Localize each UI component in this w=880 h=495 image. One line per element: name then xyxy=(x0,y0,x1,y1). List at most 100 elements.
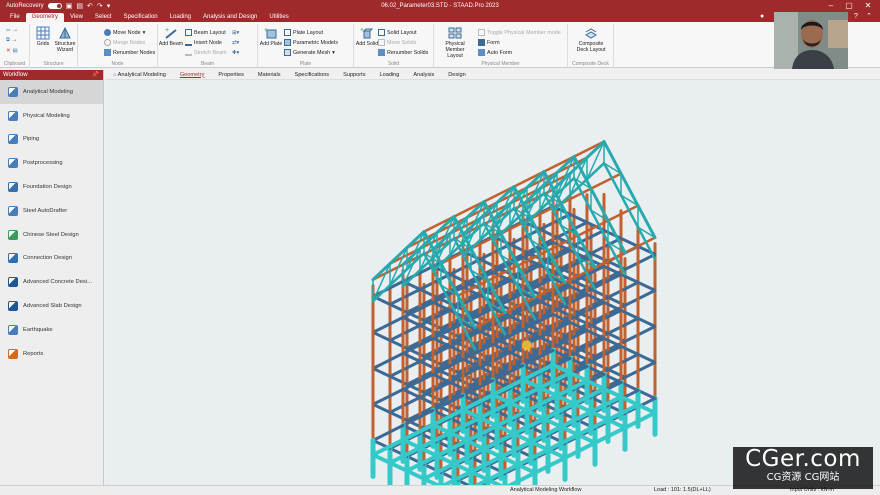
tie-beam[interactable] xyxy=(636,402,657,415)
cut-icon[interactable]: ✂ ⇢ xyxy=(6,26,17,35)
workflow-item[interactable]: Foundation Design xyxy=(0,175,103,199)
view-tab-analysis[interactable]: Analysis xyxy=(406,72,441,78)
beam[interactable] xyxy=(623,324,657,343)
redo-icon[interactable]: ↷ xyxy=(97,2,103,10)
quick-access-dropdown-icon[interactable]: ▾ xyxy=(107,2,111,10)
structure-model-3d[interactable] xyxy=(105,80,880,485)
beam[interactable] xyxy=(371,279,405,298)
beam[interactable] xyxy=(371,402,392,414)
beam[interactable] xyxy=(371,351,405,370)
view-tab-analytical-modeling[interactable]: ⌂ Analytical Modeling xyxy=(106,72,173,78)
beam-tools-3-icon[interactable]: ✚▾ xyxy=(232,48,239,57)
parametric-models-button[interactable]: Parametric Models xyxy=(284,38,338,47)
workflow-item[interactable]: Analytical Modeling xyxy=(0,80,103,104)
form-button[interactable]: Form xyxy=(478,38,500,47)
beam[interactable] xyxy=(606,280,640,299)
beam[interactable] xyxy=(606,316,640,335)
tie-beam[interactable] xyxy=(388,460,409,473)
beam[interactable] xyxy=(606,352,640,371)
beam-tools-2-icon[interactable]: ⇄▾ xyxy=(232,38,239,47)
toggle-physical-member-button[interactable]: Toggle Physical Member mode xyxy=(478,28,561,37)
tie-beam[interactable] xyxy=(546,447,567,460)
close-button[interactable]: ✕ xyxy=(859,0,877,12)
move-solids-button[interactable]: Move Solids xyxy=(378,38,416,47)
beam[interactable] xyxy=(371,315,405,334)
truss-web[interactable] xyxy=(406,230,425,270)
workflow-item[interactable]: Steel AutoDrafter xyxy=(0,199,103,223)
tie-beam[interactable] xyxy=(405,468,426,481)
renumber-solids-button[interactable]: Renumber Solids xyxy=(378,48,428,57)
autorecovery-toggle[interactable] xyxy=(47,3,62,9)
copy-icon[interactable]: ⧉ ⇢ xyxy=(6,36,16,45)
beam[interactable] xyxy=(623,252,657,271)
beam[interactable] xyxy=(619,236,640,248)
menu-geometry[interactable]: Geometry xyxy=(25,13,65,22)
composite-deck-layout-button[interactable]: Composite Deck Layout xyxy=(574,26,608,53)
beam[interactable] xyxy=(636,388,657,400)
view-tab-design[interactable]: Design xyxy=(441,72,472,78)
menu-utilities[interactable]: Utilities xyxy=(263,13,294,22)
beam[interactable] xyxy=(388,323,422,342)
user-icon[interactable]: ● xyxy=(760,12,764,22)
truss-bottom-chord[interactable] xyxy=(585,161,606,181)
renumber-nodes-button[interactable]: Renumber Nodes xyxy=(104,48,155,57)
menu-select[interactable]: Select xyxy=(89,13,118,22)
workflow-item[interactable]: Earthquake xyxy=(0,318,103,342)
solid-layout-button[interactable]: Solid Layout xyxy=(378,28,417,37)
open-icon[interactable]: ▣ xyxy=(66,2,73,10)
beam[interactable] xyxy=(371,330,392,342)
beam-tools-1-icon[interactable]: ⊞▾ xyxy=(232,28,239,37)
workflow-item[interactable]: Piping xyxy=(0,128,103,152)
menu-view[interactable]: View xyxy=(64,13,89,22)
tie-beam[interactable] xyxy=(371,452,392,465)
add-plate-button[interactable]: + Add Plate xyxy=(258,26,284,47)
pin-icon[interactable]: 📌 xyxy=(92,70,99,80)
menu-specification[interactable]: Specification xyxy=(118,13,164,22)
workflow-item[interactable]: Advanced Slab Design xyxy=(0,294,103,318)
view-tab-materials[interactable]: Materials xyxy=(251,72,288,78)
structure-wizard-button[interactable]: Structure Wizard xyxy=(52,26,78,53)
workflow-item[interactable]: Reports xyxy=(0,342,103,366)
plate-layout-button[interactable]: Plate Layout xyxy=(284,28,323,37)
tie-beam[interactable] xyxy=(516,462,537,475)
insert-node-button[interactable]: Insert Node xyxy=(185,38,222,47)
truss-web[interactable] xyxy=(372,262,391,302)
add-solid-button[interactable]: + Add Solid xyxy=(354,26,380,47)
beam[interactable] xyxy=(636,316,657,328)
model-viewport[interactable] xyxy=(105,80,880,485)
ribbon-collapse-icon[interactable]: ⌃ xyxy=(866,12,872,22)
view-tab-loading[interactable]: Loading xyxy=(373,72,407,78)
generate-mesh-button[interactable]: Generate Mesh ▾ xyxy=(284,48,335,57)
workflow-item[interactable]: Connection Design xyxy=(0,247,103,271)
merge-nodes-button[interactable]: Merge Nodes xyxy=(104,38,145,47)
auto-form-button[interactable]: Auto Form xyxy=(478,48,512,57)
menu-loading[interactable]: Loading xyxy=(164,13,197,22)
beam[interactable] xyxy=(623,360,657,379)
menu-analysis-and-design[interactable]: Analysis and Design xyxy=(197,13,263,22)
minimize-button[interactable]: – xyxy=(822,0,840,12)
view-tab-supports[interactable]: Supports xyxy=(336,72,372,78)
delete-icon[interactable]: ✕ ▤ xyxy=(6,46,18,55)
workflow-item[interactable]: Physical Modeling xyxy=(0,104,103,128)
tie-beam[interactable] xyxy=(606,417,627,430)
maximize-button[interactable]: ▢ xyxy=(840,0,858,12)
move-node-button[interactable]: Move Node ▾ xyxy=(104,28,145,37)
workflow-item[interactable]: Postprocessing xyxy=(0,151,103,175)
beam[interactable] xyxy=(371,387,405,406)
tie-beam[interactable] xyxy=(576,432,597,445)
view-tab-specifications[interactable]: Specifications xyxy=(288,72,337,78)
physical-member-layout-button[interactable]: Physical Member Layout xyxy=(440,26,470,59)
save-icon[interactable]: ▤ xyxy=(76,2,83,10)
workflow-item[interactable]: Chinese Steel Design xyxy=(0,223,103,247)
add-beam-button[interactable]: + Add Beam xyxy=(158,26,184,47)
beam[interactable] xyxy=(636,280,657,292)
menu-file[interactable]: File xyxy=(4,13,26,22)
beam[interactable] xyxy=(388,359,422,378)
view-tab-properties[interactable]: Properties xyxy=(211,72,251,78)
workflow-item[interactable]: Advanced Concrete Desi... xyxy=(0,270,103,294)
stretch-beam-button[interactable]: Stretch Beam xyxy=(185,48,227,57)
beam[interactable] xyxy=(623,288,657,307)
beam[interactable] xyxy=(388,287,422,306)
help-icon[interactable]: ? xyxy=(854,12,858,22)
beam[interactable] xyxy=(371,366,392,378)
